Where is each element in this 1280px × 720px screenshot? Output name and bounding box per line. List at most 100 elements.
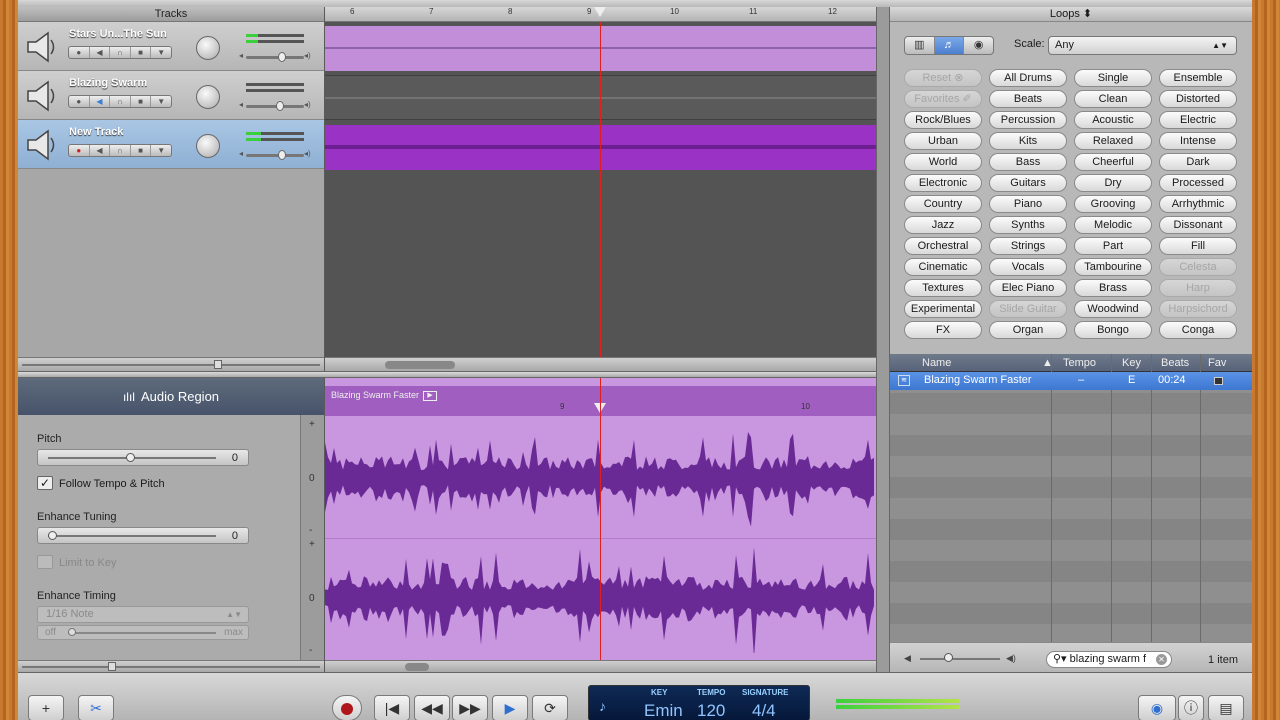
enhance-tuning-slider[interactable]: 0: [37, 527, 249, 544]
keyword-button[interactable]: Woodwind: [1074, 300, 1152, 318]
keyword-button[interactable]: Synths: [989, 216, 1067, 234]
keyword-button[interactable]: Dry: [1074, 174, 1152, 192]
keyword-button[interactable]: Celesta: [1159, 258, 1237, 276]
playhead-line[interactable]: [600, 22, 601, 357]
pan-knob[interactable]: [196, 36, 220, 60]
rewind-button[interactable]: ◀◀: [414, 695, 450, 720]
disclosure-icon[interactable]: ▼: [151, 145, 171, 156]
keyword-button[interactable]: Organ: [989, 321, 1067, 339]
podcast-view-button[interactable]: ◉: [964, 37, 993, 54]
keyword-button[interactable]: Dark: [1159, 153, 1237, 171]
editor-divider[interactable]: [18, 371, 876, 378]
keyword-button[interactable]: Processed: [1159, 174, 1237, 192]
keyword-button[interactable]: Beats: [989, 90, 1067, 108]
keyword-button[interactable]: Jazz: [904, 216, 982, 234]
keyword-button[interactable]: Ensemble: [1159, 69, 1237, 87]
headphones-icon[interactable]: ∩: [110, 47, 131, 58]
zoom-slider-thumb[interactable]: [214, 360, 222, 369]
lock-icon[interactable]: ■: [131, 96, 152, 107]
panel-divider[interactable]: [876, 7, 890, 672]
disclosure-icon[interactable]: ▼: [151, 96, 171, 107]
keyword-button[interactable]: Part: [1074, 237, 1152, 255]
keyword-button[interactable]: Clean: [1074, 90, 1152, 108]
col-key[interactable]: Key: [1122, 357, 1141, 369]
track-name[interactable]: New Track: [69, 126, 123, 138]
keyword-button[interactable]: FX: [904, 321, 982, 339]
keyword-button[interactable]: Tambourine: [1074, 258, 1152, 276]
keyword-button[interactable]: Acoustic: [1074, 111, 1152, 129]
keyword-button[interactable]: All Drums: [989, 69, 1067, 87]
mute-button[interactable]: ◀: [90, 96, 111, 107]
keyword-button[interactable]: Intense: [1159, 132, 1237, 150]
fast-forward-button[interactable]: ▶▶: [452, 695, 488, 720]
keyword-button[interactable]: Electronic: [904, 174, 982, 192]
go-to-start-button[interactable]: |◀: [374, 695, 410, 720]
enhance-timing-slider[interactable]: off max: [37, 625, 249, 640]
keyword-button[interactable]: Vocals: [989, 258, 1067, 276]
horizontal-scroll-thumb[interactable]: [405, 663, 429, 671]
keyword-button[interactable]: Textures: [904, 279, 982, 297]
track-name[interactable]: Stars Un...The Sun: [69, 28, 167, 40]
mute-button[interactable]: ◀: [90, 145, 111, 156]
preview-volume-slider[interactable]: [920, 658, 1000, 660]
loops-header[interactable]: Loops ⬍: [890, 7, 1252, 22]
record-enable-button[interactable]: ●: [69, 145, 90, 156]
keyword-button[interactable]: Country: [904, 195, 982, 213]
lcd-display[interactable]: ♪ KEY Emin TEMPO 120 SIGNATURE 4/4: [588, 685, 810, 720]
media-browser-button[interactable]: ▤: [1208, 695, 1244, 720]
track-row[interactable]: New Track ● ◀ ∩ ■ ▼ ◂ ◂): [18, 120, 324, 169]
cycle-button[interactable]: ⟳: [532, 695, 568, 720]
col-beats[interactable]: Beats: [1161, 357, 1189, 369]
track-row[interactable]: Blazing Swarm ● ◀ ∩ ■ ▼ ◂ ◂): [18, 71, 324, 120]
keyword-button[interactable]: Bongo: [1074, 321, 1152, 339]
keyword-button[interactable]: Percussion: [989, 111, 1067, 129]
timing-note-select[interactable]: 1/16 Note ▲▼: [37, 606, 249, 623]
mute-button[interactable]: ◀: [90, 47, 111, 58]
keyword-button[interactable]: Melodic: [1074, 216, 1152, 234]
keyword-button[interactable]: Brass: [1074, 279, 1152, 297]
pitch-slider[interactable]: 0: [37, 449, 249, 466]
volume-slider[interactable]: [246, 150, 304, 160]
keyword-button[interactable]: Cheerful: [1074, 153, 1152, 171]
keyword-button[interactable]: Favorites ✐: [904, 90, 982, 108]
keyword-button[interactable]: Single: [1074, 69, 1152, 87]
play-button[interactable]: ▶: [492, 695, 528, 720]
keyword-button[interactable]: Orchestral: [904, 237, 982, 255]
track-name[interactable]: Blazing Swarm: [69, 77, 147, 89]
record-enable-button[interactable]: ●: [69, 96, 90, 107]
limit-to-key-checkbox[interactable]: [37, 555, 53, 569]
keyword-button[interactable]: Elec Piano: [989, 279, 1067, 297]
lock-icon[interactable]: ■: [131, 145, 152, 156]
volume-slider[interactable]: [246, 101, 304, 111]
keyword-button[interactable]: Guitars: [989, 174, 1067, 192]
keyword-button[interactable]: Experimental: [904, 300, 982, 318]
timeline-ruler[interactable]: 6 7 8 9 10 11 12: [325, 7, 876, 22]
scale-select[interactable]: Any ▲▼: [1048, 36, 1237, 55]
keyword-button[interactable]: Distorted: [1159, 90, 1237, 108]
record-enable-button[interactable]: ●: [69, 47, 90, 58]
volume-slider[interactable]: [246, 52, 304, 62]
music-view-button[interactable]: ♬: [934, 37, 965, 54]
headphones-icon[interactable]: ∩: [110, 96, 131, 107]
keyword-button[interactable]: Harp: [1159, 279, 1237, 297]
keyword-button[interactable]: Grooving: [1074, 195, 1152, 213]
keyword-button[interactable]: Strings: [989, 237, 1067, 255]
keyword-button[interactable]: Slide Guitar: [989, 300, 1067, 318]
headphones-icon[interactable]: ∩: [110, 145, 131, 156]
record-button[interactable]: [332, 695, 362, 720]
col-fav[interactable]: Fav: [1208, 357, 1226, 369]
keyword-button[interactable]: Harpsichord: [1159, 300, 1237, 318]
keyword-button[interactable]: Piano: [989, 195, 1067, 213]
lock-icon[interactable]: ■: [131, 47, 152, 58]
playhead-line[interactable]: [600, 378, 601, 660]
keyword-button[interactable]: Reset ⊗: [904, 69, 982, 87]
loop-browser-button[interactable]: ◉: [1138, 695, 1176, 720]
track-row[interactable]: Stars Un...The Sun ● ◀ ∩ ■ ▼ ◂ ◂): [18, 22, 324, 71]
keyword-button[interactable]: Cinematic: [904, 258, 982, 276]
clear-search-icon[interactable]: ✕: [1156, 654, 1167, 665]
keyword-button[interactable]: Fill: [1159, 237, 1237, 255]
playhead-marker[interactable]: [594, 7, 606, 17]
region-name[interactable]: Blazing Swarm Faster ▶: [331, 390, 438, 401]
keyword-button[interactable]: Dissonant: [1159, 216, 1237, 234]
zoom-slider-thumb[interactable]: [108, 662, 116, 671]
